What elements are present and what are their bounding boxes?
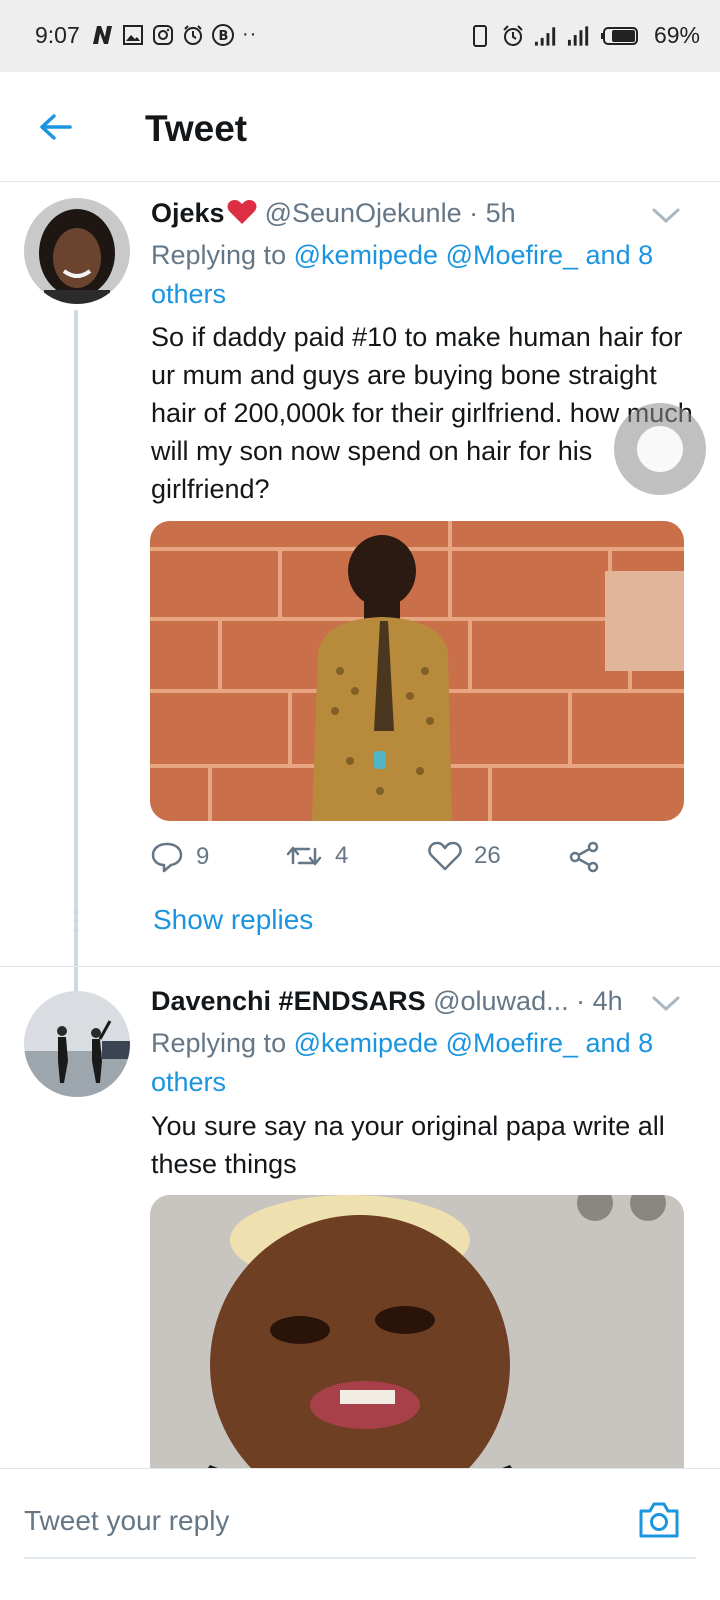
chevron-down-icon[interactable] bbox=[650, 994, 682, 1018]
retweet-button[interactable]: 4 bbox=[285, 841, 348, 871]
page-title: Tweet bbox=[145, 108, 248, 149]
handle[interactable]: @SeunOjekunle bbox=[265, 198, 462, 228]
b-icon: B bbox=[210, 22, 235, 47]
status-time: 9:07 bbox=[35, 22, 80, 48]
display-name[interactable]: Ojeks bbox=[151, 198, 225, 228]
tweet-image[interactable] bbox=[150, 1195, 684, 1468]
display-name[interactable]: Davenchi #ENDSARS bbox=[151, 986, 426, 1016]
reply-icon bbox=[151, 842, 183, 873]
replying-prefix: Replying to bbox=[151, 1028, 294, 1058]
header: Tweet bbox=[0, 72, 720, 182]
instagram-icon bbox=[150, 22, 175, 47]
back-arrow-icon[interactable] bbox=[36, 107, 76, 147]
signal-icon bbox=[567, 23, 592, 48]
timestamp: 4h bbox=[592, 986, 623, 1016]
status-system-icons: 69% bbox=[468, 22, 700, 49]
heart-emoji-icon bbox=[227, 200, 257, 224]
timestamp: 5h bbox=[485, 198, 516, 228]
share-icon bbox=[569, 841, 599, 873]
alarm-icon bbox=[180, 22, 205, 47]
heart-icon bbox=[428, 841, 462, 871]
like-count: 26 bbox=[474, 842, 501, 869]
thread-dots bbox=[73, 909, 79, 933]
nairaland-icon bbox=[90, 22, 115, 47]
tweet-actions: 9 4 26 bbox=[150, 841, 620, 881]
replying-to: Replying to @kemipede @Moefire_ and 8 ot… bbox=[151, 1024, 706, 1102]
replying-to: Replying to @kemipede @Moefire_ and 8 ot… bbox=[151, 236, 706, 314]
tweet-text: So if daddy paid #10 to make human hair … bbox=[151, 322, 693, 504]
tweet-image[interactable] bbox=[150, 521, 684, 821]
tweet-header: Ojeks @SeunOjekunle · 5h bbox=[151, 198, 516, 229]
replying-prefix: Replying to bbox=[151, 240, 294, 270]
signal-icon bbox=[534, 23, 559, 48]
battery-icon bbox=[600, 23, 640, 48]
tweet[interactable]: Davenchi #ENDSARS @oluwad... · 4h Replyi… bbox=[0, 967, 720, 1468]
tweet[interactable]: Ojeks @SeunOjekunle · 5h Replying to @kem… bbox=[0, 182, 720, 1030]
tweet-text: You sure say na your original papa write… bbox=[151, 1111, 665, 1179]
share-button[interactable] bbox=[568, 841, 600, 873]
retweet-count: 4 bbox=[335, 842, 349, 869]
reply-bar: Tweet your reply bbox=[0, 1468, 720, 1600]
camera-icon[interactable] bbox=[637, 1499, 681, 1541]
battery-percent: 69% bbox=[653, 22, 700, 48]
separator-dot: · bbox=[469, 198, 479, 228]
vibrate-icon bbox=[468, 23, 493, 48]
reply-count: 9 bbox=[196, 843, 210, 870]
reply-input[interactable]: Tweet your reply bbox=[24, 1505, 229, 1537]
separator-dot: · bbox=[576, 986, 586, 1016]
tweet-header: Davenchi #ENDSARS @oluwad... · 4h bbox=[151, 986, 623, 1017]
like-button[interactable]: 26 bbox=[428, 841, 501, 871]
alarm-icon bbox=[501, 23, 526, 48]
image-icon bbox=[120, 22, 145, 47]
retweet-icon bbox=[286, 846, 322, 866]
touch-indicator bbox=[614, 403, 706, 495]
more-dots-icon: ·· bbox=[242, 23, 258, 45]
status-notification-icons: B ·· bbox=[90, 22, 257, 47]
svg-text:B: B bbox=[218, 29, 228, 44]
status-bar: 9:07 B ·· 69% bbox=[0, 0, 720, 72]
reply-underline bbox=[24, 1557, 696, 1559]
show-replies-link[interactable]: Show replies bbox=[153, 904, 313, 936]
avatar[interactable] bbox=[24, 991, 130, 1097]
chevron-down-icon[interactable] bbox=[650, 206, 682, 230]
avatar[interactable] bbox=[24, 198, 130, 304]
handle[interactable]: @oluwad... bbox=[433, 986, 568, 1016]
reply-button[interactable]: 9 bbox=[150, 841, 209, 873]
